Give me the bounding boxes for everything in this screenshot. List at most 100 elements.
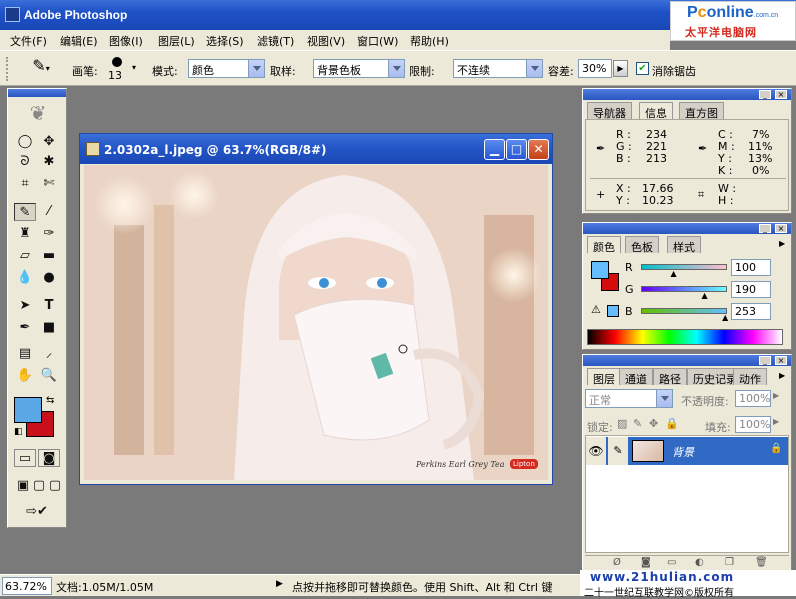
standard-mode-button[interactable]: ▭ [14,449,36,467]
panel-close-button[interactable]: × [775,356,787,365]
lasso-tool[interactable]: ᘐ [14,153,36,171]
tab-actions[interactable]: 动作 [733,368,767,386]
eyedropper-tool[interactable]: ⸝ [38,345,60,363]
default-colors-icon[interactable]: ◧ [14,427,23,437]
slider-thumb-icon[interactable]: ▲ [702,291,708,300]
antialias-checkbox[interactable]: ✔ [636,62,649,75]
panel-menu-arrow-icon[interactable]: ▶ [779,239,785,248]
adjustment-layer-icon[interactable]: ◐ [695,557,704,568]
tolerance-input[interactable]: 30% [578,59,612,78]
close-button[interactable]: ✕ [528,139,549,160]
eye-icon[interactable]: 👁 [586,437,606,465]
sampling-select[interactable]: 背景色板 [313,59,405,78]
foreground-color-swatch[interactable] [14,397,42,423]
channel-b-input[interactable]: 253 [731,303,771,320]
gamut-color-swatch[interactable] [607,305,619,317]
marquee-tool[interactable]: ◯ [14,133,36,151]
brush-link-icon[interactable]: ✎ [608,437,628,465]
mode-select[interactable]: 颜色 [188,59,265,78]
clone-stamp-tool[interactable]: ♜ [14,225,36,243]
lock-all-icon[interactable]: 🔒 [665,417,679,430]
channel-g-slider[interactable] [641,286,727,292]
tab-info[interactable]: 信息 [639,102,673,120]
tab-styles[interactable]: 样式 [667,236,701,254]
panel-close-button[interactable]: × [775,90,787,99]
panel-minimize-button[interactable]: _ [759,90,771,99]
quick-mask-button[interactable]: ◙ [38,449,60,467]
menu-image[interactable]: 图像(I) [109,33,143,49]
channel-b-slider[interactable] [641,308,727,314]
channel-r-input[interactable]: 100 [731,259,771,276]
notes-tool[interactable]: ▤ [14,345,36,363]
type-tool[interactable]: T [38,297,60,315]
gradient-tool[interactable]: ▬ [38,247,60,265]
jump-to-imageready-button[interactable]: ⇨✔ [12,503,62,521]
tolerance-slider-button[interactable]: ▶ [613,60,628,77]
lock-position-icon[interactable]: ✥ [649,417,658,430]
brush-tool[interactable]: ⁄ [38,203,60,221]
eraser-tool[interactable]: ▱ [14,247,36,265]
color-replacement-tool[interactable]: ✎ [14,203,36,221]
path-selection-tool[interactable]: ➤ [14,297,36,315]
dodge-tool[interactable]: ● [38,269,60,287]
menu-file[interactable]: 文件(F) [10,33,47,49]
panel-title-bar[interactable]: _ × [583,355,791,366]
magic-wand-tool[interactable]: ✱ [38,153,60,171]
hand-tool[interactable]: ✋ [14,367,36,385]
opacity-input[interactable]: 100% [735,390,771,407]
zoom-tool[interactable]: 🔍 [38,367,60,385]
pen-tool[interactable]: ✒ [14,319,36,337]
blend-mode-select[interactable]: 正常 [585,389,673,408]
layer-row[interactable]: 👁 ✎ 背景 🔒 [586,437,788,465]
tab-layers[interactable]: 图层 [587,368,621,386]
color-ramp[interactable] [587,329,783,345]
tab-channels[interactable]: 通道 [619,368,653,386]
panel-title-bar[interactable]: _ × [583,223,791,234]
triangle-right-icon[interactable]: ▶ [773,391,779,400]
menu-layer[interactable]: 图层(L) [158,33,195,49]
zoom-field[interactable]: 63.72% [2,577,52,595]
lock-image-icon[interactable]: ✎ [633,417,642,430]
document-title-bar[interactable]: 2.0302a_l.jpeg @ 63.7%(RGB/8#) ▁ □ ✕ [80,134,552,164]
fill-input[interactable]: 100% [735,416,771,433]
menu-edit[interactable]: 编辑(E) [60,33,98,49]
lock-transparency-icon[interactable]: ▨ [617,417,627,430]
tab-swatches[interactable]: 色板 [625,236,659,254]
add-mask-icon[interactable]: ◙ [641,557,651,568]
panel-minimize-button[interactable]: _ [759,224,771,233]
history-brush-tool[interactable]: ✑ [38,225,60,243]
link-layers-icon[interactable]: Ø [613,557,621,568]
tool-preset-picker[interactable]: ✎▾ [20,56,62,80]
minimize-button[interactable]: ▁ [484,139,505,160]
move-tool[interactable]: ✥ [38,133,60,151]
panel-minimize-button[interactable]: _ [759,356,771,365]
panel-title-bar[interactable]: _ × [583,89,791,100]
blur-tool[interactable]: 💧 [14,269,36,287]
crop-tool[interactable]: ⌗ [14,175,36,193]
toolbox-title-bar[interactable] [8,89,66,97]
menu-window[interactable]: 窗口(W) [357,33,398,49]
channel-r-slider[interactable] [641,264,727,270]
menu-view[interactable]: 视图(V) [307,33,345,49]
tab-navigator[interactable]: 导航器 [587,102,632,120]
limits-select[interactable]: 不连续 [453,59,543,78]
new-layer-icon[interactable]: ❐ [725,557,734,568]
shape-tool[interactable]: ■ [38,319,60,337]
slice-tool[interactable]: ✄ [38,175,60,193]
foreground-color-swatch[interactable] [591,261,609,279]
menu-filter[interactable]: 滤镜(T) [257,33,294,49]
panel-menu-arrow-icon[interactable]: ▶ [779,371,785,380]
channel-g-input[interactable]: 190 [731,281,771,298]
trash-icon[interactable]: 🗑 [755,557,768,568]
tab-paths[interactable]: 路径 [653,368,687,386]
panel-close-button[interactable]: × [775,224,787,233]
triangle-right-icon[interactable]: ▶ [773,417,779,426]
tab-histogram[interactable]: 直方图 [679,102,724,120]
swap-colors-icon[interactable]: ⇆ [46,395,54,406]
new-group-icon[interactable]: ▭ [667,557,676,568]
brush-picker[interactable]: 13 ▾ [108,55,144,83]
slider-thumb-icon[interactable]: ▲ [722,313,728,322]
maximize-button[interactable]: □ [506,139,527,160]
screen-mode-full[interactable]: ▢ [44,477,66,495]
gamut-warning-icon[interactable]: ⚠ [591,303,601,316]
